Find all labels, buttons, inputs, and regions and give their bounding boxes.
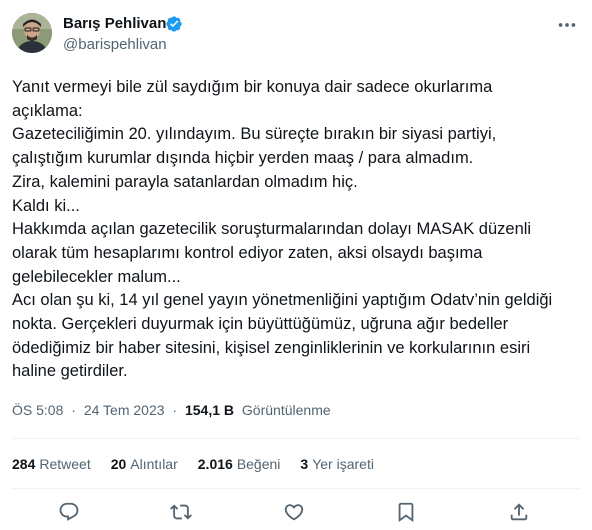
tweet-text-line: açıklama:	[12, 101, 83, 120]
bookmarks-stat[interactable]: 3 Yer işareti	[300, 455, 374, 473]
retweet-icon[interactable]	[170, 501, 194, 525]
tweet-text-line: gelebilecekler malum...	[12, 267, 181, 286]
tweet-text-line: Gazeteciliğimin 20. yılındayım. Bu süreç…	[12, 125, 497, 144]
author-handle[interactable]: @barispehlivan	[63, 36, 167, 54]
tweet-text-line: Zira, kalemini parayla satanlardan olmad…	[12, 172, 358, 191]
tweet-date[interactable]: 24 Tem 2023	[84, 402, 165, 418]
author-display-name[interactable]: Barış Pehlivan	[63, 15, 166, 33]
verified-badge-icon	[165, 15, 183, 33]
tweet-text-line: Hakkımda açılan gazetecilik soruşturmala…	[12, 220, 532, 239]
avatar-image	[12, 13, 52, 53]
bookmarks-label: Yer işareti	[312, 456, 374, 472]
retweets-label: Retweet	[39, 456, 91, 472]
tweet-actions	[0, 501, 592, 525]
likes-label: Beğeni	[236, 456, 281, 472]
tweet-text-line: Yanıt vermeyi bile zül saydığım bir konu…	[12, 78, 493, 96]
like-icon[interactable]	[283, 501, 307, 525]
meta-separator: ·	[71, 402, 76, 418]
views-label: Görüntülenme	[241, 402, 331, 418]
tweet-text-line: olarak tüm hesaplarımı kontrol ediyor za…	[12, 243, 483, 262]
retweets-stat[interactable]: 284 Retweet	[12, 455, 91, 473]
bookmark-icon[interactable]	[395, 501, 419, 525]
retweets-count: 284	[12, 456, 36, 472]
tweet-meta: ÖS 5:08 · 24 Tem 2023 · 154,1 B Görüntül…	[12, 401, 331, 419]
reply-icon[interactable]	[58, 501, 82, 525]
share-icon[interactable]	[508, 501, 532, 525]
meta-separator: ·	[172, 402, 178, 418]
tweet-time[interactable]: ÖS 5:08	[12, 402, 63, 418]
views-count: 154,1 B	[184, 402, 235, 418]
tweet-text-line: Acı olan şu ki, 14 yıl genel yayın yönet…	[12, 291, 553, 310]
quotes-label: Alıntılar	[130, 456, 178, 472]
divider	[12, 488, 580, 489]
tweet-text-line: haline getirdiler.	[12, 362, 128, 381]
quotes-stat[interactable]: 20 Alıntılar	[111, 455, 178, 473]
tweet-stats: 284 Retweet 20 Alıntılar 2.016 Beğeni 3 Yer …	[12, 455, 394, 473]
avatar[interactable]	[12, 13, 52, 53]
tweet-text-line: çalıştığım kurumlar dışında hiçbir yerde…	[12, 149, 474, 168]
tweet-text: Yanıt vermeyi bile zül saydığım bir konu…	[12, 76, 582, 384]
tweet-text-line: Kaldı ki...	[12, 196, 80, 215]
divider	[12, 438, 580, 439]
more-icon[interactable]	[556, 14, 578, 36]
tweet-card: Barış Pehlivan @barispehlivan Yanıt verm…	[0, 0, 592, 530]
quotes-count: 20	[110, 456, 127, 472]
tweet-text-line: nokta. Gerçekleri duyurmak için büyüttüğ…	[12, 315, 509, 334]
likes-stat[interactable]: 2.016 Beğeni	[198, 455, 281, 473]
tweet-text-line: ödediğimiz bir haber sitesini, kişisel z…	[12, 338, 531, 357]
likes-count: 2.016	[197, 456, 233, 472]
bookmarks-count: 3	[300, 456, 309, 472]
